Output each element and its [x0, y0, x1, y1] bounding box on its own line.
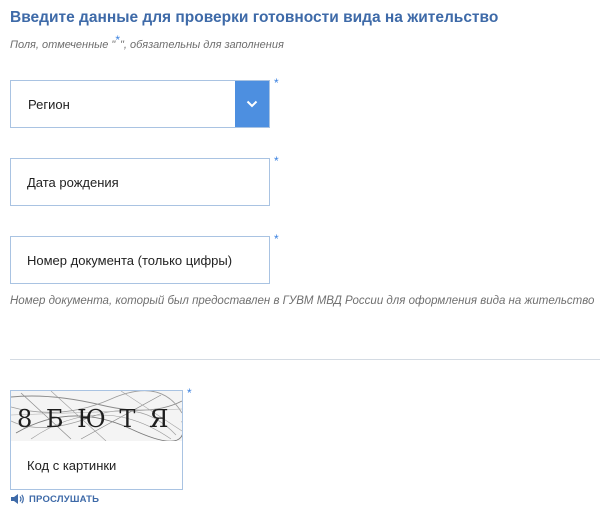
captcha-input-label: Код с картинки: [27, 457, 117, 473]
captcha-box: 8 Б Ю Т Я Код с картинки: [10, 390, 183, 490]
birth-date-required-mark: *: [274, 154, 279, 168]
captcha-required-mark: *: [187, 386, 192, 400]
captcha-image-text: 8 Б Ю Т Я: [17, 405, 171, 433]
region-select[interactable]: Регион: [10, 80, 270, 128]
region-select-label: Регион: [28, 96, 70, 112]
doc-number-field[interactable]: Номер документа (только цифры): [10, 236, 270, 284]
captcha-image: 8 Б Ю Т Я: [11, 391, 182, 441]
birth-date-field[interactable]: Дата рождения: [10, 158, 270, 206]
region-select-arrow[interactable]: [235, 81, 269, 127]
captcha-input[interactable]: Код с картинки: [11, 441, 182, 489]
required-note-after: ", обязательны для заполнения: [120, 39, 284, 51]
listen-label: ПРОСЛУШАТЬ: [29, 493, 100, 505]
region-required-mark: *: [274, 76, 279, 90]
chevron-down-icon: [246, 100, 258, 108]
speaker-icon: [11, 494, 24, 504]
divider: [10, 359, 600, 360]
required-note: Поля, отмеченные "*", обязательны для за…: [10, 33, 284, 51]
doc-number-required-mark: *: [274, 232, 279, 246]
required-note-before: Поля, отмеченные ": [10, 39, 116, 51]
doc-number-label: Номер документа (только цифры): [27, 252, 233, 268]
required-note-star: *: [115, 33, 120, 47]
listen-button[interactable]: ПРОСЛУШАТЬ: [10, 493, 99, 505]
doc-number-hint: Номер документа, который был предоставле…: [10, 295, 595, 307]
birth-date-label: Дата рождения: [27, 174, 119, 190]
page-title: Введите данные для проверки готовности в…: [10, 9, 499, 26]
